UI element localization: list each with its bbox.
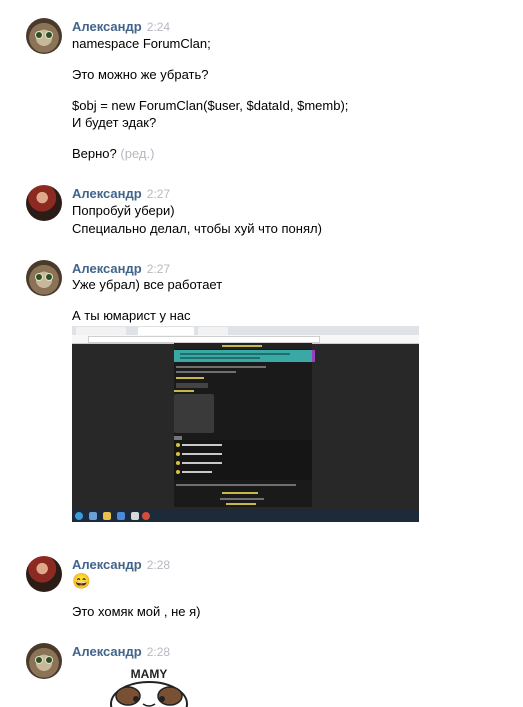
timestamp[interactable]: 2:24 xyxy=(147,20,170,34)
forum-panel xyxy=(174,394,214,433)
edited-label: (ред.) xyxy=(120,146,155,161)
message-header: Александр 2:28 xyxy=(72,643,170,661)
browser-tab xyxy=(76,327,126,335)
message: Александр 2:24 namespace ForumClan; Это м… xyxy=(0,18,523,168)
message: Александр 2:27 Уже убрал) все работает А … xyxy=(0,260,523,530)
taskbar-icon xyxy=(117,512,125,520)
message-line: Специально делал, чтобы хуй что понял) xyxy=(72,221,322,236)
taskbar-icon xyxy=(131,512,139,520)
author-name[interactable]: Александр xyxy=(72,644,142,659)
attached-screenshot[interactable] xyxy=(72,326,419,522)
browser-tab xyxy=(138,327,194,335)
message: Александр 2:27 Попробуй убери) Специально… xyxy=(0,185,523,240)
avatar[interactable] xyxy=(26,185,62,221)
author-name[interactable]: Александр xyxy=(72,19,142,34)
avatar[interactable] xyxy=(26,260,62,296)
message-header: Александр 2:24 xyxy=(72,18,170,36)
grin-emoji: 😄 xyxy=(72,573,91,590)
avatar[interactable] xyxy=(26,18,62,54)
message-line: А ты юмарист у нас xyxy=(72,308,191,323)
timestamp[interactable]: 2:27 xyxy=(147,187,170,201)
author-name[interactable]: Александр xyxy=(72,186,142,201)
message-line: Попробуй убери) xyxy=(72,203,175,218)
sticker[interactable]: MAMY xyxy=(108,666,190,707)
author-name[interactable]: Александр xyxy=(72,261,142,276)
os-taskbar xyxy=(72,510,419,522)
avatar[interactable] xyxy=(26,556,62,592)
timestamp[interactable]: 2:28 xyxy=(147,558,170,572)
message-line: $obj = new ForumClan($user, $dataId, $me… xyxy=(72,98,349,113)
message-line: Это хомяк мой , не я) xyxy=(72,604,201,619)
message-text: Верно? xyxy=(72,146,117,161)
message: Александр 2:28 😄 Это хомяк мой , не я) xyxy=(0,556,523,626)
forum-topbar xyxy=(174,343,312,349)
message-line: Это можно же убрать? xyxy=(72,67,209,82)
author-name[interactable]: Александр xyxy=(72,557,142,572)
message: Александр 2:28 xyxy=(0,643,523,707)
taskbar-icon xyxy=(89,512,97,520)
avatar[interactable] xyxy=(26,643,62,679)
timestamp[interactable]: 2:27 xyxy=(147,262,170,276)
message-line: Уже убрал) все работает xyxy=(72,277,223,292)
browser-tabbar xyxy=(72,326,419,335)
url-field xyxy=(88,336,320,343)
message-line: И будет эдак? xyxy=(72,115,157,130)
forum-banner xyxy=(174,350,315,362)
taskbar-icon xyxy=(103,512,111,520)
browser-tab xyxy=(198,327,228,335)
message-line: namespace ForumClan; xyxy=(72,36,211,51)
taskbar-icon xyxy=(142,512,150,520)
sticker-text: MAMY xyxy=(131,667,168,681)
message-header: Александр 2:27 xyxy=(72,185,170,203)
message-header: Александр 2:28 xyxy=(72,556,170,574)
message-line: Верно? (ред.) xyxy=(72,145,154,163)
start-icon xyxy=(75,512,83,520)
timestamp[interactable]: 2:28 xyxy=(147,645,170,659)
forum-list xyxy=(174,440,312,480)
